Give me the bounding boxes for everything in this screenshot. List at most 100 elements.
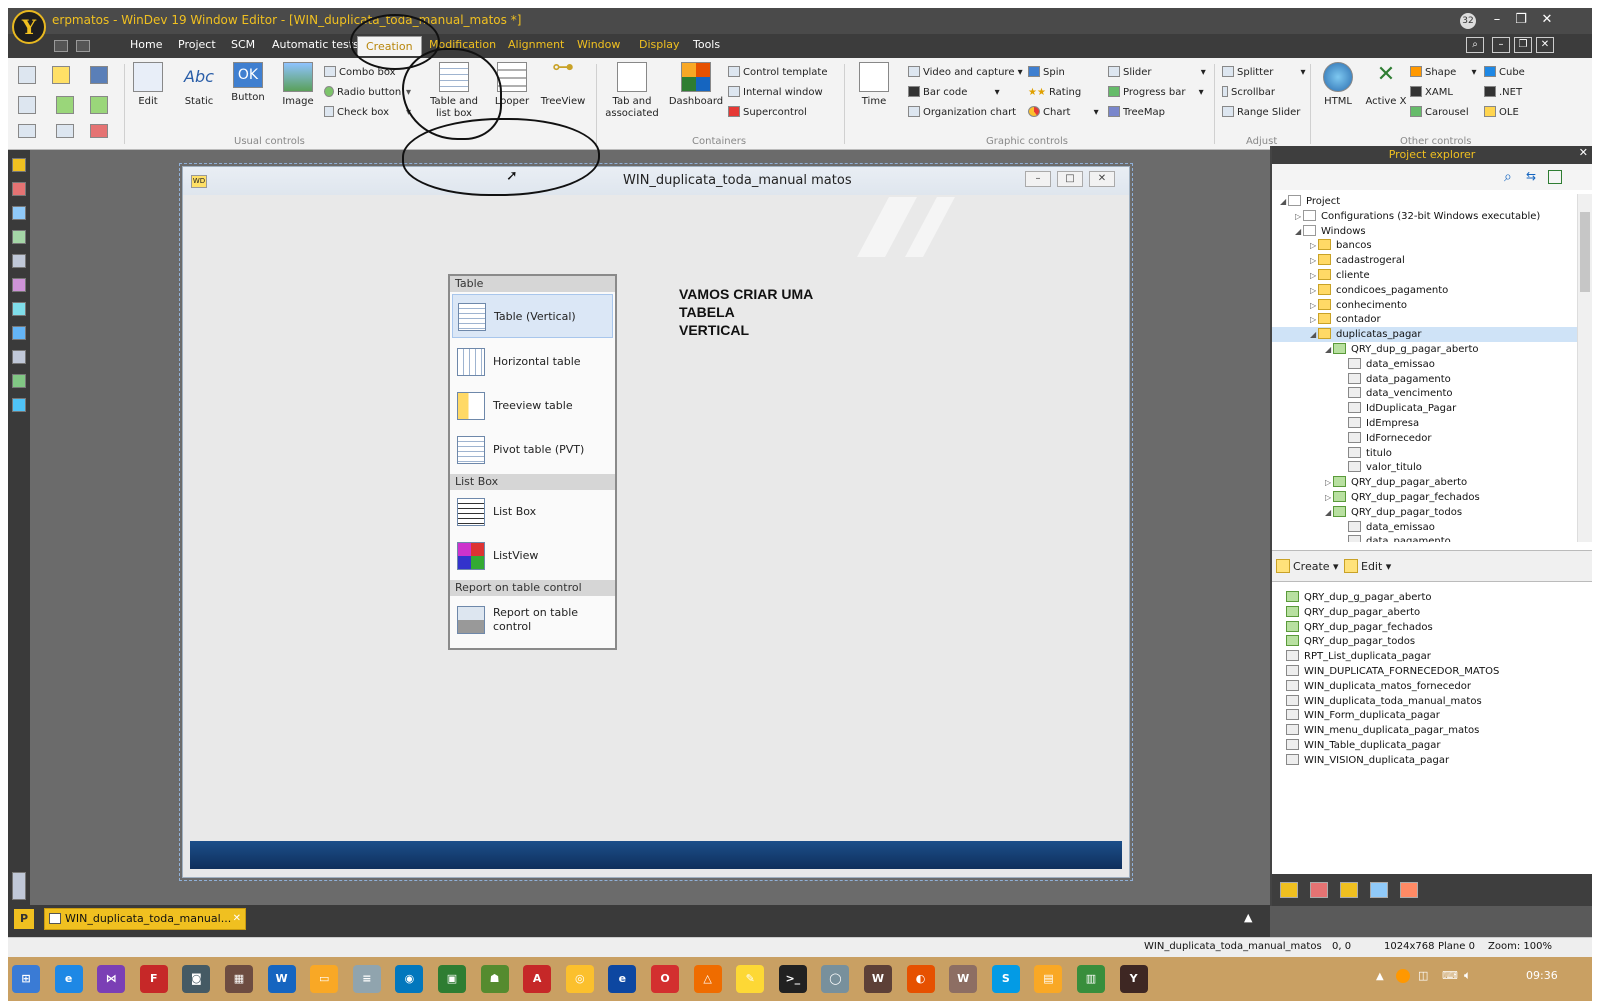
disc-icon[interactable]: ◯ [821, 965, 850, 993]
tree-expander-icon[interactable]: ▷ [1325, 475, 1333, 490]
tab-and-associated-button[interactable]: Tab and associated [604, 62, 660, 120]
tree-node[interactable]: titulo [1272, 446, 1577, 461]
opera-icon[interactable]: O [651, 965, 679, 993]
create-button[interactable]: Create ▾ [1276, 559, 1339, 573]
acrobat-icon[interactable]: A [523, 965, 552, 993]
explorer-tree-tab-icon[interactable] [1310, 882, 1328, 898]
android-icon[interactable]: ☗ [480, 965, 509, 993]
undo-icon[interactable] [18, 124, 36, 138]
element-list-item[interactable]: WIN_VISION_duplicata_pagar [1286, 753, 1449, 768]
tree-node[interactable]: ▷ condicoes_pagamento [1272, 283, 1577, 298]
search-icon[interactable]: ⌕ [1504, 169, 1512, 185]
window-icon[interactable] [12, 206, 26, 220]
pivot-table-item[interactable]: Pivot table (PVT) [452, 428, 613, 472]
menu-alignment[interactable]: Alignment [508, 38, 564, 51]
tree-node[interactable]: ▷ cliente [1272, 268, 1577, 283]
designer-window[interactable]: WD WIN_duplicata_toda_manual matos – □ ✕… [179, 163, 1133, 881]
treeview-button[interactable]: ⊶ TreeView [538, 57, 588, 108]
minimize-icon[interactable]: – [1486, 11, 1508, 29]
project-dock-icon[interactable]: P [14, 909, 34, 929]
calculator-icon[interactable]: ▦ [225, 965, 253, 993]
report-on-table-item[interactable]: Report on table control [452, 598, 613, 642]
visual-studio-icon[interactable]: ⋈ [97, 965, 126, 993]
windows-start-icon[interactable]: ⊞ [12, 965, 40, 993]
chart-button[interactable]: Chart ▾ [1028, 106, 1099, 119]
tree-expander-icon[interactable]: ▷ [1310, 298, 1318, 313]
treeview-table-item[interactable]: Treeview table [452, 384, 613, 428]
explorer-icon[interactable]: ▤ [1034, 965, 1063, 993]
webdev2-icon[interactable]: W [949, 965, 978, 993]
firefox-icon[interactable]: ◐ [906, 965, 935, 993]
query-icon[interactable] [12, 254, 26, 268]
explorer-window-tab-icon[interactable] [1370, 882, 1388, 898]
cmd-icon[interactable]: >_ [778, 965, 807, 993]
ie-icon[interactable]: e [54, 965, 83, 993]
tree-expander-icon[interactable]: ▷ [1295, 209, 1303, 224]
menu-display[interactable]: Display [639, 38, 680, 51]
cube-button[interactable]: Cube [1484, 66, 1525, 79]
tree-node[interactable]: ◢ QRY_dup_pagar_todos [1272, 505, 1577, 520]
video-and-capture-button[interactable]: Video and capture ▾ [908, 66, 1023, 79]
table-vertical-item[interactable]: Table (Vertical) [452, 294, 613, 338]
webdev-icon[interactable]: ◉ [395, 965, 424, 993]
filezilla-icon[interactable]: F [139, 965, 168, 993]
tree-node[interactable]: ▷ conhecimento [1272, 298, 1577, 313]
tree-node[interactable]: ▷ cadastrogeral [1272, 253, 1577, 268]
button-control-button[interactable]: OK Button [228, 62, 268, 104]
folder-icon[interactable]: ▭ [310, 965, 339, 993]
control-template-button[interactable]: Control template [728, 66, 827, 79]
globe-icon[interactable] [12, 398, 26, 412]
element-list-item[interactable]: WIN_duplicata_matos_fornecedor [1286, 679, 1471, 694]
redo-icon[interactable] [56, 124, 74, 138]
drive-icon[interactable]: △ [693, 965, 722, 993]
tree-node[interactable]: ▷ bancos [1272, 238, 1577, 253]
shape-button[interactable]: Shape ▾ [1410, 66, 1477, 79]
element-list-item[interactable]: RPT_List_duplicata_pagar [1286, 649, 1431, 664]
progress-bar-button[interactable]: Progress bar ▾ [1108, 86, 1204, 99]
tree-expander-icon[interactable]: ▷ [1325, 490, 1333, 505]
element-list-item[interactable]: QRY_dup_pagar_fechados [1286, 620, 1433, 635]
element-list-item[interactable]: QRY_dup_g_pagar_aberto [1286, 590, 1432, 605]
tree-node[interactable]: ◢ Project [1272, 194, 1577, 209]
tree-expander-icon[interactable]: ◢ [1280, 194, 1288, 209]
tree-node[interactable]: ◢ QRY_dup_g_pagar_aberto [1272, 342, 1577, 357]
screenshot-icon[interactable]: ▣ [438, 965, 466, 993]
rating-button[interactable]: ★★ Rating [1028, 86, 1081, 99]
element-list-item[interactable]: QRY_dup_pagar_aberto [1286, 605, 1420, 620]
tree-node[interactable]: ◢ Windows [1272, 224, 1577, 239]
time-button[interactable]: Time [854, 62, 894, 108]
tree-expander-icon[interactable]: ▷ [1310, 268, 1318, 283]
windev19-icon[interactable]: Y [1119, 965, 1148, 993]
dotnet-button[interactable]: .NET [1484, 86, 1522, 99]
looper-button[interactable]: Looper [492, 62, 532, 108]
tree-node[interactable]: valor_titulo [1272, 460, 1577, 475]
settings-icon[interactable] [18, 96, 36, 114]
menu-home[interactable]: Home [130, 38, 162, 51]
designer-bottom-bar[interactable] [190, 841, 1122, 869]
image-control-button[interactable]: Image [280, 62, 316, 108]
explorer-lightning-tab-icon[interactable] [1340, 882, 1358, 898]
sync-icon[interactable]: ⇆ [1526, 169, 1536, 183]
menu-tools[interactable]: Tools [693, 38, 720, 51]
static-label-text[interactable]: VAMOS CRIAR UMA TABELA VERTICAL [679, 285, 813, 339]
element-list-item[interactable]: QRY_dup_pagar_todos [1286, 634, 1415, 649]
tray-volume-icon[interactable]: 🔈︎ [1464, 968, 1471, 983]
doc-icon[interactable] [12, 350, 26, 364]
element-list-item[interactable]: WIN_menu_duplicata_pagar_matos [1286, 723, 1479, 738]
tree-expander-icon[interactable]: ▷ [1310, 312, 1318, 327]
tree-node[interactable]: IdDuplicata_Pagar [1272, 401, 1577, 416]
taskbar-clock[interactable]: 09:36 [1526, 969, 1558, 982]
dashboard-button[interactable]: Dashboard [668, 62, 724, 108]
options-icon[interactable] [1548, 170, 1562, 184]
xaml-button[interactable]: XAML [1410, 86, 1453, 99]
menu-window[interactable]: Window [577, 38, 620, 51]
tree-node[interactable]: ▷ QRY_dup_pagar_aberto [1272, 475, 1577, 490]
element-list-item[interactable]: WIN_Form_duplicata_pagar [1286, 708, 1440, 723]
slider-button[interactable]: Slider ▾ [1108, 66, 1206, 79]
table-and-list-box-button[interactable]: Table and list box [426, 62, 482, 120]
tree-expander-icon[interactable]: ◢ [1325, 342, 1333, 357]
chrome-icon[interactable]: ◎ [565, 965, 594, 993]
supercontrol-button[interactable]: Supercontrol [728, 106, 807, 119]
combo-box-button[interactable]: Combo box [324, 66, 396, 79]
explorer-search-tab-icon[interactable] [1280, 882, 1298, 898]
